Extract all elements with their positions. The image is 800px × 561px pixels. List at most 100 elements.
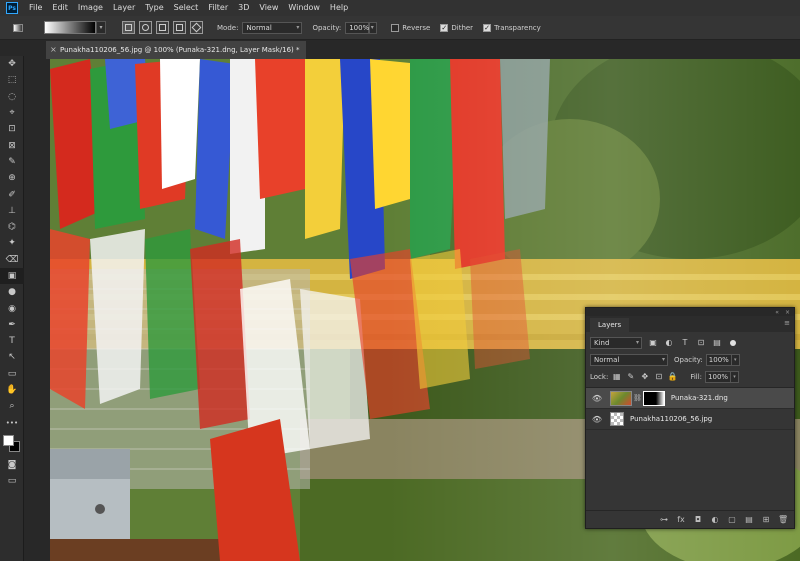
- reflected-gradient-button[interactable]: [173, 21, 186, 34]
- new-layer-icon[interactable]: ⊞: [761, 515, 771, 524]
- type-filter-icon[interactable]: T: [680, 338, 690, 348]
- marquee-tool-icon[interactable]: ⬚: [0, 72, 24, 88]
- opacity-chevron-icon[interactable]: ▾: [369, 21, 378, 34]
- close-panel-icon[interactable]: ×: [785, 309, 790, 316]
- dither-checkbox[interactable]: ✓: [440, 23, 449, 32]
- menu-3d[interactable]: 3D: [233, 0, 254, 16]
- close-icon[interactable]: ×: [50, 41, 57, 59]
- dodge-tool-icon[interactable]: ◉: [0, 300, 24, 316]
- kind-filter-select[interactable]: Kind ▾: [590, 336, 642, 349]
- link-layers-icon[interactable]: ⊶: [659, 515, 669, 524]
- quick-mask-icon[interactable]: ◙: [0, 457, 24, 473]
- eyedropper-tool-icon[interactable]: ✎: [0, 154, 24, 170]
- photoshop-logo-icon: Ps: [6, 2, 18, 14]
- lock-position-icon[interactable]: ✥: [639, 371, 650, 382]
- more-tools-icon[interactable]: •••: [0, 415, 24, 431]
- healing-brush-tool-icon[interactable]: ⊕: [0, 170, 24, 186]
- lock-image-pixels-icon[interactable]: ✎: [625, 371, 636, 382]
- layer-thumbnail[interactable]: [610, 390, 632, 406]
- menu-file[interactable]: File: [24, 0, 47, 16]
- transparency-checkbox[interactable]: ✓: [483, 23, 492, 32]
- adjustment-layer-icon[interactable]: ◐: [710, 515, 720, 524]
- fill-input[interactable]: 100%: [705, 370, 732, 383]
- layer-mask-thumbnail[interactable]: [642, 390, 665, 406]
- visibility-eye-icon[interactable]: 👁: [590, 394, 604, 403]
- reverse-checkbox[interactable]: [391, 23, 400, 32]
- frame-tool-icon[interactable]: ⊠: [0, 137, 24, 153]
- background-eraser-tool-icon[interactable]: ⌫: [0, 252, 24, 268]
- type-tool-icon[interactable]: T: [0, 333, 24, 349]
- screen-mode-icon[interactable]: ▭: [0, 473, 24, 489]
- move-tool-icon[interactable]: ✥: [0, 56, 24, 72]
- blend-mode-select[interactable]: Normal ▾: [590, 353, 668, 366]
- add-mask-icon[interactable]: ◘: [693, 515, 703, 524]
- color-swatches: [0, 431, 24, 457]
- menu-edit[interactable]: Edit: [47, 0, 73, 16]
- menu-help[interactable]: Help: [325, 0, 353, 16]
- document-tab[interactable]: × Punakha110206_56.jpg @ 100% (Punaka-32…: [46, 41, 306, 59]
- visibility-eye-icon[interactable]: 👁: [590, 415, 604, 424]
- menu-view[interactable]: View: [254, 0, 283, 16]
- tab-layers[interactable]: Layers: [590, 318, 630, 332]
- shape-filter-icon[interactable]: ⊡: [696, 338, 706, 348]
- layer-row[interactable]: 👁 ⛓ Punaka-321.dng: [586, 388, 794, 409]
- options-bar: ▾ Mode: Normal ▾ Opacity: 100% ▾ Reverse…: [0, 16, 800, 40]
- layer-style-icon[interactable]: fx: [676, 515, 686, 524]
- shape-tool-icon[interactable]: ▭: [0, 366, 24, 382]
- collapse-panel-icon[interactable]: «: [775, 309, 779, 316]
- trash-icon[interactable]: 🗑: [778, 515, 788, 524]
- crop-tool-icon[interactable]: ⊡: [0, 121, 24, 137]
- mode-select[interactable]: Normal ▾: [242, 21, 303, 34]
- panel-menu-icon[interactable]: ≡: [784, 319, 790, 327]
- path-selection-tool-icon[interactable]: ↖: [0, 349, 24, 365]
- blur-tool-icon[interactable]: ●: [0, 284, 24, 300]
- smart-object-filter-icon[interactable]: ▤: [712, 338, 722, 348]
- menu-type[interactable]: Type: [140, 0, 168, 16]
- zoom-tool-icon[interactable]: ⌕: [0, 398, 24, 414]
- radial-gradient-button[interactable]: [139, 21, 152, 34]
- brush-tool-icon[interactable]: ✐: [0, 186, 24, 202]
- lock-all-icon[interactable]: 🔒: [667, 371, 678, 382]
- history-brush-tool-icon[interactable]: ⌬: [0, 219, 24, 235]
- layer-name[interactable]: Punaka-321.dng: [671, 394, 728, 402]
- filter-toggle-icon[interactable]: [730, 339, 736, 346]
- hand-tool-icon[interactable]: ✋: [0, 382, 24, 398]
- fill-chevron-icon[interactable]: ▾: [731, 370, 740, 383]
- lock-transparent-pixels-icon[interactable]: ▦: [611, 371, 622, 382]
- gradient-preview[interactable]: [44, 21, 96, 34]
- menu-filter[interactable]: Filter: [203, 0, 233, 16]
- gradient-tool-icon[interactable]: ▣: [0, 267, 24, 285]
- lock-artboard-icon[interactable]: ⊡: [653, 371, 664, 382]
- opacity-chevron-icon[interactable]: ▾: [731, 353, 740, 366]
- quick-select-tool-icon[interactable]: ⌖: [0, 105, 24, 121]
- clone-stamp-tool-icon[interactable]: ⊥: [0, 203, 24, 219]
- gradient-picker-chevron-icon[interactable]: ▾: [96, 21, 106, 34]
- layer-name[interactable]: Punakha110206_56.jpg: [630, 415, 712, 423]
- pixel-filter-icon[interactable]: ▣: [648, 338, 658, 348]
- eraser-tool-icon[interactable]: ✦: [0, 235, 24, 251]
- panel-header: « ×: [586, 308, 794, 316]
- menu-layer[interactable]: Layer: [108, 0, 140, 16]
- menu-select[interactable]: Select: [169, 0, 204, 16]
- pen-tool-icon[interactable]: ✒: [0, 317, 24, 333]
- tool-preset-picker[interactable]: [6, 19, 30, 37]
- menu-window[interactable]: Window: [283, 0, 325, 16]
- adjustment-filter-icon[interactable]: ◐: [664, 338, 674, 348]
- linear-gradient-button[interactable]: [122, 21, 135, 34]
- folder-icon[interactable]: ▤: [744, 515, 754, 524]
- diamond-gradient-icon: [191, 22, 202, 33]
- mask-link-icon[interactable]: ⛓: [633, 394, 642, 402]
- foreground-color-swatch[interactable]: [3, 434, 14, 446]
- lasso-tool-icon[interactable]: ◌: [0, 89, 24, 105]
- angle-gradient-button[interactable]: [156, 21, 169, 34]
- opacity-value: 100%: [349, 23, 370, 32]
- menu-image[interactable]: Image: [73, 0, 108, 16]
- layer-thumbnail[interactable]: [610, 412, 624, 426]
- layers-list: 👁 ⛓ Punaka-321.dng 👁 Punakha110206_56.jp…: [586, 387, 794, 517]
- transparency-label: Transparency: [494, 23, 541, 32]
- opacity-input[interactable]: 100%: [345, 21, 370, 34]
- layer-opacity-input[interactable]: 100%: [705, 353, 732, 366]
- layer-row[interactable]: 👁 Punakha110206_56.jpg: [586, 409, 794, 430]
- diamond-gradient-button[interactable]: [190, 21, 203, 34]
- new-group-icon[interactable]: ▢: [727, 515, 737, 524]
